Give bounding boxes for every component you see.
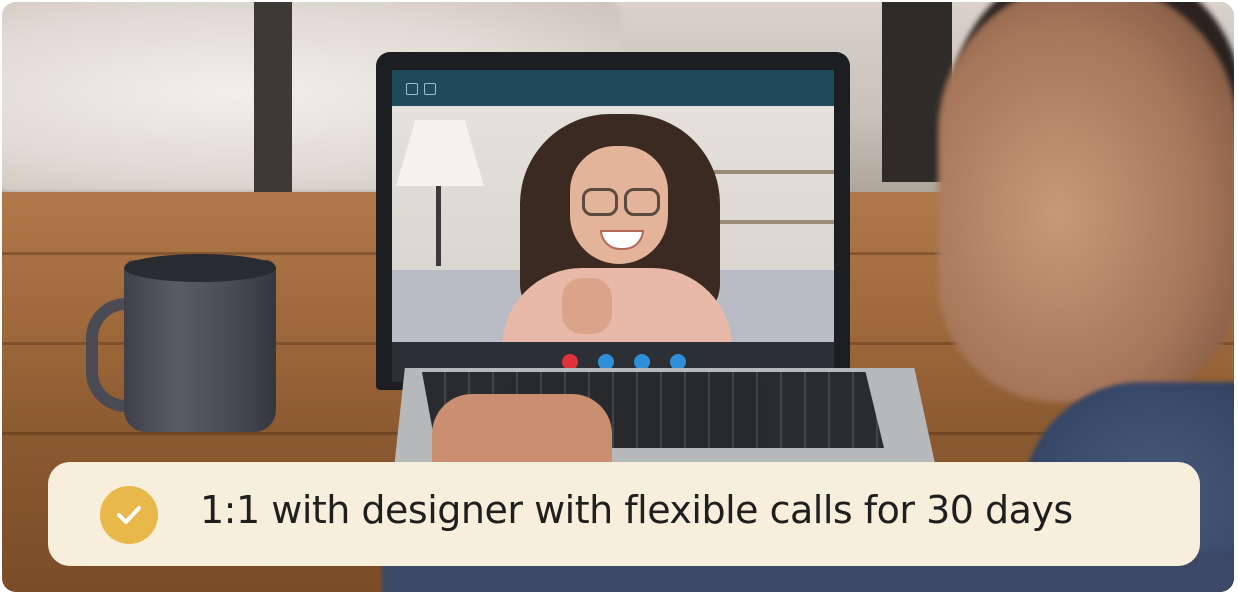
checkmark-icon	[117, 506, 141, 524]
coffee-mug	[124, 260, 276, 432]
video-call-titlebar	[392, 70, 834, 106]
feature-caption: 1:1 with designer with flexible calls fo…	[48, 462, 1200, 566]
window-control-icon	[424, 83, 436, 95]
share-icon	[670, 354, 686, 370]
end-call-icon	[562, 354, 578, 370]
photo-frame: 1:1 with designer with flexible calls fo…	[2, 2, 1234, 592]
person-head	[938, 2, 1234, 402]
check-circle-icon	[100, 486, 158, 544]
caption-text: 1:1 with designer with flexible calls fo…	[200, 488, 1073, 532]
lamp-pole	[436, 186, 441, 266]
mug-rim	[124, 254, 276, 282]
glasses-left	[582, 188, 618, 216]
window-control-icon	[406, 83, 418, 95]
window-frame	[254, 2, 292, 212]
mic-icon	[598, 354, 614, 370]
glasses-right	[624, 188, 660, 216]
woman-hands	[562, 278, 612, 334]
video-icon	[634, 354, 650, 370]
laptop-screen	[392, 70, 834, 382]
